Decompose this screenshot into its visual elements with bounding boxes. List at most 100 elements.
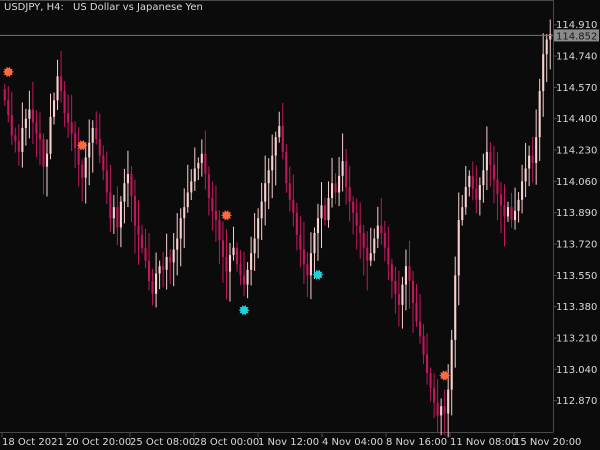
candle-up (119, 201, 122, 228)
candle-down (433, 387, 436, 403)
candle-up (112, 207, 115, 219)
candle-up (513, 210, 517, 221)
candle-down (503, 205, 506, 217)
candle-down (140, 234, 144, 248)
candle-down (285, 151, 288, 184)
candle-down (98, 138, 101, 156)
candle-up (197, 162, 200, 169)
candle-down (63, 91, 66, 114)
candle-up (88, 142, 91, 158)
y-tick-label: 113.720 (556, 240, 597, 251)
candle-down (95, 127, 98, 139)
candle-down (418, 321, 422, 337)
candle-up (228, 255, 232, 272)
x-tick-label: 28 Oct 00:00 (194, 437, 259, 448)
x-tick-label: 15 Nov 20:00 (514, 437, 581, 448)
candle-up (457, 220, 460, 276)
candle-up (126, 174, 129, 184)
candle-up (464, 186, 467, 208)
candle-down (471, 175, 474, 189)
candle-up (373, 238, 376, 254)
candle-down (496, 179, 499, 195)
x-tick-label: 11 Nov 08:00 (450, 437, 517, 448)
price-chart[interactable]: 114.910114.740114.570114.400114.230114.0… (0, 0, 600, 450)
candle-down (130, 174, 133, 197)
candle-down (366, 247, 369, 261)
candle-up (84, 157, 87, 178)
candle-down (394, 280, 397, 294)
candle-up (341, 161, 344, 176)
candle-down (299, 234, 302, 250)
candle-down (380, 225, 383, 233)
candle-up (260, 201, 263, 219)
candle-down (492, 164, 495, 180)
candle-up (447, 389, 450, 414)
candle-down (147, 260, 151, 281)
candle-down (102, 155, 105, 171)
candle-down (133, 196, 137, 226)
candle-down (74, 133, 77, 149)
candle-up (482, 170, 485, 186)
candle-down (17, 140, 20, 152)
candle-up (506, 207, 510, 217)
y-tick-label: 113.380 (556, 302, 597, 313)
y-tick-label: 113.210 (556, 334, 597, 345)
candle-up (521, 181, 524, 200)
candle-down (14, 135, 17, 141)
candle-down (35, 122, 38, 134)
candle-up (542, 54, 545, 92)
candle-down (162, 266, 165, 270)
candle-down (109, 192, 112, 219)
candle-up (250, 253, 253, 270)
candle-down (531, 155, 534, 163)
candle-up (440, 406, 443, 416)
candle-down (443, 406, 446, 414)
candle-up (271, 155, 274, 171)
candle-down (38, 133, 42, 139)
y-tick-label: 112.870 (556, 396, 597, 407)
candle-up (376, 225, 379, 239)
candle-up (478, 185, 481, 200)
candle-down (436, 402, 439, 416)
candle-down (218, 220, 221, 241)
candle-down (387, 247, 390, 265)
y-tick-label: 114.570 (556, 83, 597, 94)
candle-down (116, 207, 119, 228)
candle-up (176, 238, 179, 250)
candle-down (144, 247, 147, 261)
candle-up (165, 256, 168, 270)
candle-down (70, 122, 73, 134)
current-price-label: 114.852 (556, 31, 597, 42)
x-tick-label: 4 Nov 04:00 (322, 437, 383, 448)
candle-down (239, 264, 242, 276)
candle-down (510, 207, 513, 221)
candle-up (91, 127, 94, 143)
x-tick-label: 1 Nov 12:00 (258, 437, 319, 448)
candle-up (49, 116, 52, 154)
candle-up (517, 199, 520, 211)
candle-down (323, 205, 327, 221)
y-tick-label: 114.060 (556, 177, 597, 188)
candle-up (485, 151, 488, 171)
candle-up (535, 137, 538, 163)
candle-down (221, 240, 225, 257)
x-tick-label: 18 Oct 2021 (2, 437, 64, 448)
candle-down (295, 212, 298, 235)
candle-down (426, 354, 429, 374)
candle-up (320, 205, 323, 219)
candle-down (137, 225, 140, 235)
candle-up (309, 253, 312, 276)
y-tick-label: 113.040 (556, 365, 597, 376)
candle-up (316, 218, 320, 233)
y-tick-label: 114.740 (556, 52, 597, 63)
candle-down (348, 186, 351, 202)
candle-up (52, 100, 56, 117)
candle-down (475, 188, 478, 200)
candle-up (155, 273, 158, 294)
candle-down (292, 199, 295, 213)
candle-down (31, 109, 34, 123)
candle-up (158, 266, 161, 274)
candle-up (56, 76, 59, 101)
candle-down (345, 161, 348, 187)
candle-down (411, 280, 415, 304)
